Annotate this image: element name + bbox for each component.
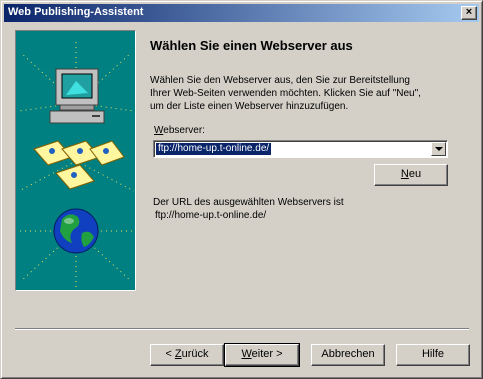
window-title: Web Publishing-Assistent [8, 6, 144, 18]
back-button[interactable]: < Zurück [150, 344, 224, 366]
next-button-label-rest: eiter > [251, 348, 283, 360]
back-button-label-rest: urück [181, 348, 209, 360]
computer-icon [49, 68, 105, 124]
webserver-select[interactable]: ftp://home-up.t-online.de/ [153, 140, 448, 158]
back-button-mnemonic: Z [174, 348, 182, 360]
webserver-label-rest: ebserver: [163, 125, 205, 136]
new-button-mnemonic: N [400, 168, 409, 180]
chevron-down-icon [435, 147, 443, 151]
cancel-button[interactable]: Abbrechen [311, 344, 385, 366]
url-value: ftp://home-up.t-online.de/ [155, 210, 267, 221]
wizard-illustration [15, 30, 136, 291]
webserver-label: Webserver: [154, 125, 205, 136]
globe-icon [53, 208, 99, 254]
next-button[interactable]: Weiter > [224, 343, 300, 367]
webserver-selected-value: ftp://home-up.t-online.de/ [156, 143, 272, 155]
close-icon: × [465, 6, 473, 18]
intro-line: um der Liste einen Webserver hinzuzufüge… [150, 101, 349, 112]
help-button[interactable]: Hilfe [396, 344, 470, 366]
url-label: Der URL des ausgewählten Webservers ist [153, 197, 344, 208]
wizard-window: Web Publishing-Assistent × Wählen Sie ei… [0, 0, 483, 379]
back-button-prefix: < [165, 348, 175, 360]
illustration-graphic [18, 41, 135, 289]
close-button[interactable]: × [461, 6, 477, 20]
intro-text: Wählen Sie den Webserver aus, den Sie zu… [150, 74, 460, 113]
page-title: Wählen Sie einen Webserver aus [150, 38, 353, 53]
intro-line: Ihrer Web-Seiten verwenden möchten. Klic… [150, 88, 421, 99]
next-button-mnemonic: W [241, 348, 252, 360]
intro-line: Wählen Sie den Webserver aus, den Sie zu… [150, 75, 410, 86]
new-button-label-rest: eu [408, 168, 422, 180]
web-pages-icon [33, 140, 125, 190]
title-bar[interactable]: Web Publishing-Assistent × [4, 4, 479, 22]
dropdown-button[interactable] [431, 142, 446, 156]
divider [15, 328, 469, 330]
new-button[interactable]: Neu [374, 164, 448, 186]
webserver-label-mnemonic: W [154, 125, 164, 136]
